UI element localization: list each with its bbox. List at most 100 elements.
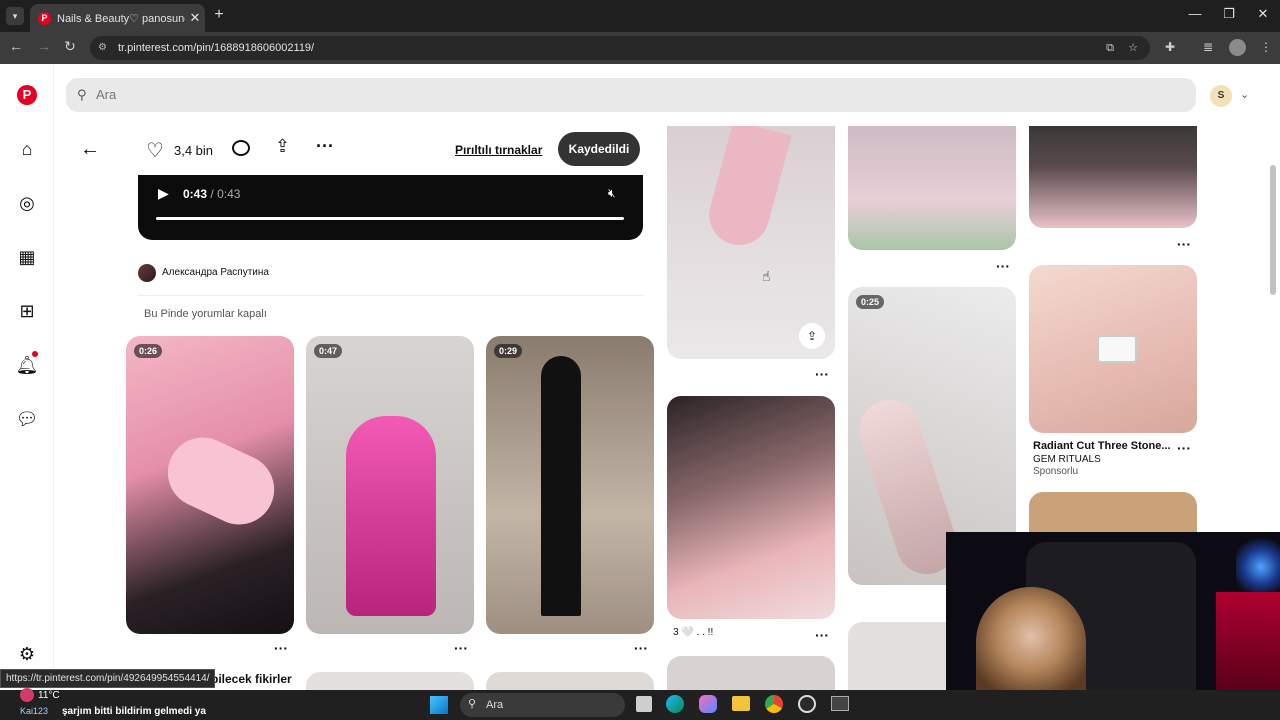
- pinterest-logo-icon[interactable]: P: [17, 85, 37, 105]
- task-view-icon[interactable]: [636, 696, 652, 712]
- reload-icon[interactable]: ↻: [60, 38, 80, 55]
- diamond-ring: [1097, 335, 1137, 363]
- chat-user: Kai123: [20, 706, 49, 716]
- pin-more-icon[interactable]: ···: [1177, 236, 1191, 252]
- temperature[interactable]: 11°C: [38, 690, 60, 701]
- share-icon[interactable]: ⇪: [799, 323, 825, 349]
- share-icon[interactable]: ⇪: [275, 136, 290, 157]
- notifications-bell-icon[interactable]: 🔔︎: [15, 351, 39, 377]
- chat-notification: şarjım bitti bildirim gelmedi ya: [62, 706, 206, 717]
- comment-icon[interactable]: [232, 140, 250, 156]
- close-tab-icon[interactable]: ✕: [185, 10, 205, 26]
- terminal-icon[interactable]: [831, 696, 849, 711]
- explore-compass-icon[interactable]: ◎: [15, 191, 39, 215]
- pin-tile[interactable]: 0:47: [306, 336, 474, 634]
- pin-more-icon[interactable]: ···: [1177, 440, 1191, 456]
- pin-tile[interactable]: 0:26: [126, 336, 294, 634]
- link-status-url: https://tr.pinterest.com/pin/49264995455…: [0, 669, 216, 688]
- nail-shape: [156, 426, 286, 536]
- pin-tile[interactable]: ⇪: [667, 126, 835, 359]
- obs-icon[interactable]: [798, 695, 816, 713]
- pin-tile[interactable]: [667, 396, 835, 619]
- streamer: [976, 587, 1086, 690]
- tab-list-button[interactable]: ▾: [6, 7, 24, 25]
- create-plus-icon[interactable]: ⊞: [15, 299, 39, 323]
- author-avatar[interactable]: [138, 264, 156, 282]
- close-window-button[interactable]: ✕: [1248, 6, 1278, 22]
- pin-tile[interactable]: [1029, 126, 1197, 228]
- start-windows-icon[interactable]: [430, 696, 448, 714]
- more-options-icon[interactable]: ···: [316, 136, 334, 157]
- pin-caption: 3 🤍 . . !!: [673, 627, 714, 638]
- weather-icon[interactable]: [20, 688, 34, 702]
- address-bar[interactable]: ⚙ tr.pinterest.com/pin/1688918606002119/…: [90, 36, 1150, 60]
- pin-tile[interactable]: [667, 656, 835, 690]
- comments-disabled-note: Bu Pinde yorumlar kapalı: [144, 308, 267, 320]
- browser-tab[interactable]: P Nails & Beauty♡ panosundaki F ✕: [30, 4, 205, 32]
- search-icon: ⚲: [77, 87, 87, 102]
- settings-gear-icon[interactable]: ⚙: [15, 642, 39, 666]
- pin-more-icon[interactable]: ···: [815, 366, 829, 382]
- messages-icon[interactable]: 💬︎: [15, 407, 39, 431]
- taskbar-search[interactable]: ⚲ Ara: [460, 693, 625, 717]
- ad-title[interactable]: Radiant Cut Three Stone...: [1033, 440, 1171, 452]
- profile-avatar-icon[interactable]: [1229, 39, 1246, 56]
- pin-more-icon[interactable]: ···: [634, 640, 648, 656]
- mute-icon[interactable]: 🔇︎: [608, 186, 616, 201]
- minimize-window-button[interactable]: —: [1180, 6, 1210, 21]
- page-scrollbar[interactable]: [1270, 165, 1276, 295]
- saved-button[interactable]: Kaydedildi: [558, 132, 640, 166]
- board-link[interactable]: Pırıltılı tırnaklar: [455, 143, 542, 157]
- copilot-icon[interactable]: [699, 695, 717, 713]
- pin-more-icon[interactable]: ···: [996, 258, 1010, 274]
- pin-more-icon[interactable]: ···: [815, 627, 829, 643]
- restore-window-button[interactable]: ❐: [1214, 6, 1244, 22]
- pin-tile[interactable]: 0:29: [486, 336, 654, 634]
- ad-brand[interactable]: GEM RITUALS: [1033, 454, 1101, 465]
- account-chevron-down-icon[interactable]: ⌄: [1240, 88, 1249, 101]
- pin-tile[interactable]: [306, 672, 474, 692]
- video-duration: 0:25: [856, 295, 885, 309]
- pin-more-icon[interactable]: ···: [454, 640, 468, 656]
- url-text: tr.pinterest.com/pin/1688918606002119/: [118, 42, 315, 54]
- time-total: 0:43: [217, 187, 241, 201]
- pin-tile[interactable]: [848, 126, 1016, 250]
- browser-tab-bar: ▾ P Nails & Beauty♡ panosundaki F ✕ + — …: [0, 0, 1280, 32]
- video-player-controls: ▶ 0:43 / 0:43 🔇︎: [138, 175, 643, 240]
- author-name[interactable]: Александра Распутина: [162, 267, 269, 278]
- edge-icon[interactable]: [666, 695, 684, 713]
- time-current: 0:43: [183, 187, 208, 201]
- site-info-icon[interactable]: ⚙: [98, 36, 107, 60]
- media-control-icon[interactable]: ≣: [1200, 40, 1216, 56]
- bookmark-star-icon[interactable]: ☆: [1128, 36, 1138, 60]
- boards-grid-icon[interactable]: ▦: [15, 245, 39, 269]
- play-icon[interactable]: ▶: [158, 185, 169, 202]
- pinterest-sidebar: P ⌂ ◎ ▦ ⊞ 🔔︎ 💬︎ ⚙: [0, 64, 54, 690]
- pin-tile[interactable]: [486, 672, 654, 692]
- windows-taskbar: 11°C Kai123 şarjım bitti bildirim gelmed…: [0, 688, 1280, 720]
- back-arrow-icon[interactable]: ←: [80, 138, 100, 161]
- home-icon[interactable]: ⌂: [15, 137, 39, 161]
- user-avatar[interactable]: S: [1210, 85, 1232, 107]
- forward-icon[interactable]: →: [34, 38, 54, 54]
- chrome-icon[interactable]: [765, 695, 783, 713]
- pin-tile[interactable]: [1029, 492, 1197, 532]
- like-count: 3,4 bin: [174, 143, 214, 158]
- install-app-icon[interactable]: ⧉: [1106, 36, 1114, 60]
- sponsored-label: Sponsorlu: [1033, 466, 1079, 477]
- octopus-nail-art: [346, 416, 436, 616]
- browser-menu-icon[interactable]: ⋮: [1258, 40, 1274, 56]
- ad-tile[interactable]: [1029, 265, 1197, 433]
- pin-more-icon[interactable]: ···: [274, 640, 288, 656]
- extensions-icon[interactable]: ✚: [1162, 40, 1178, 56]
- video-progress-bar[interactable]: [156, 217, 624, 220]
- search-placeholder: Ara: [96, 87, 117, 102]
- heart-icon[interactable]: ♡: [146, 138, 164, 163]
- search-input[interactable]: ⚲ Ara: [66, 78, 1196, 112]
- new-tab-button[interactable]: +: [210, 6, 228, 24]
- pin-tile[interactable]: [848, 622, 948, 690]
- back-icon[interactable]: ←: [6, 38, 26, 54]
- tab-title: Nails & Beauty♡ panosundaki F: [57, 12, 185, 25]
- black-stiletto-nail: [541, 356, 581, 616]
- file-explorer-icon[interactable]: [732, 696, 750, 711]
